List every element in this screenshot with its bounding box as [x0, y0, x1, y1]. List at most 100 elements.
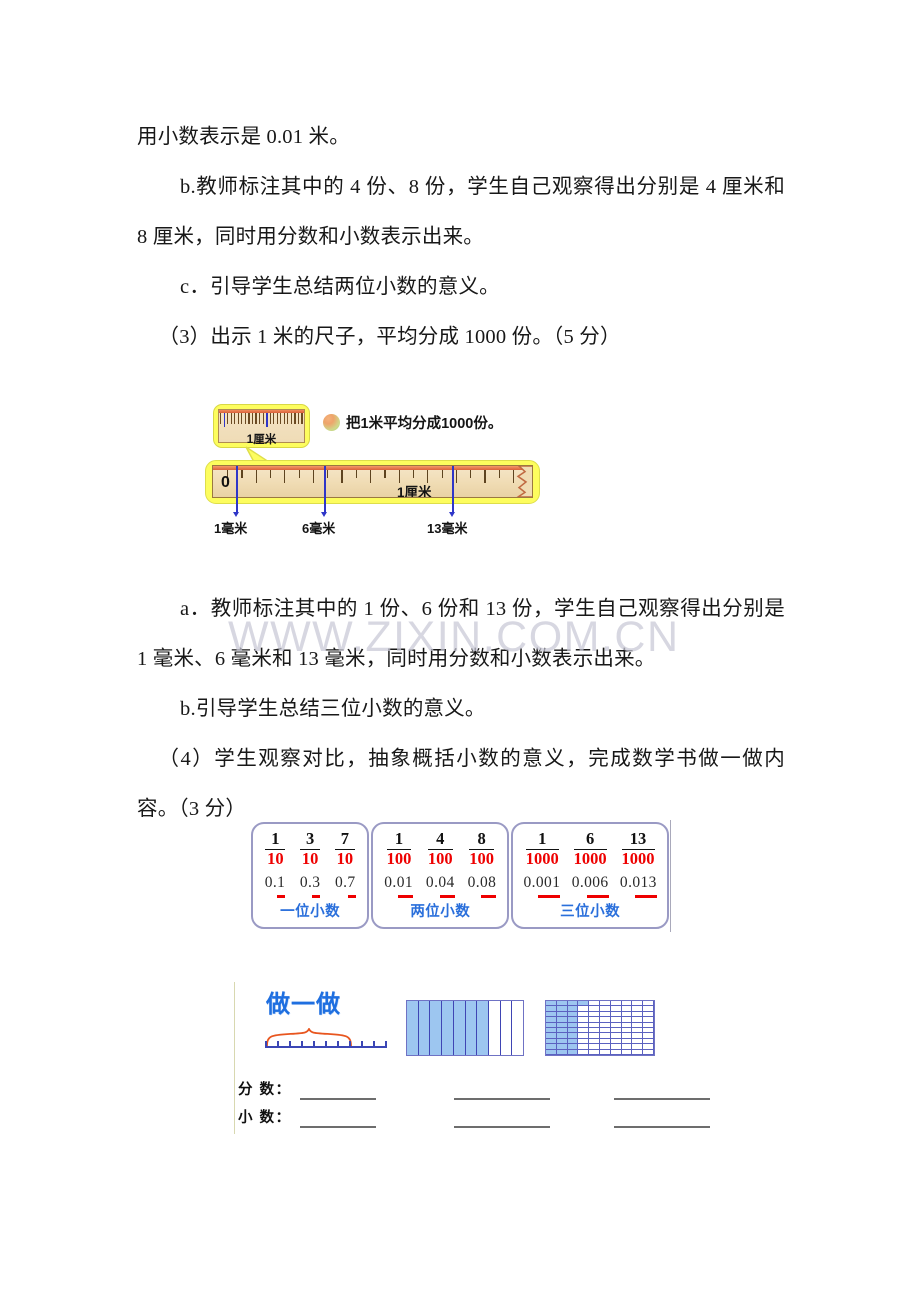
decimal-place-caption: 一位小数 — [280, 903, 341, 920]
main-ruler-torn-edge — [516, 466, 532, 497]
decimal-underline — [312, 895, 321, 898]
pointer-label-3: 13毫米 — [427, 521, 468, 536]
decimal-row: 0.001 0.006 0.013 — [518, 874, 662, 898]
tenths-grid-column — [512, 1001, 523, 1055]
answer-blank-fraction-3[interactable] — [614, 1098, 710, 1100]
ruler-callout: 把1米平均分成1000份。 — [323, 412, 502, 433]
fraction-denominator: 1000 — [573, 849, 607, 869]
fraction: 1 100 — [386, 829, 412, 868]
fraction: 1 10 — [265, 829, 286, 869]
ruler-inset-tick — [223, 413, 226, 428]
decimal-place-box: 1 100 4 100 8 100 0.01 0.04 0.08 两位小数 — [371, 822, 510, 929]
tenths-grid-column — [465, 1001, 478, 1055]
answer-blank-fraction-2[interactable] — [454, 1098, 550, 1100]
decimal-place-box: 1 1000 6 1000 13 1000 0.001 0.006 0.013 三位小数 — [511, 822, 669, 929]
main-ruler-tick — [370, 470, 372, 483]
main-ruler-tick — [327, 470, 329, 478]
number-line-tick — [337, 1041, 339, 1048]
hundredths-grid — [545, 1000, 655, 1056]
main-ruler-tick — [441, 470, 443, 478]
main-ruler-tick — [312, 470, 315, 483]
ruler-inset-tick — [230, 413, 232, 425]
ruler-inset-tick — [248, 413, 250, 425]
ruler-inset-label: 1厘米 — [246, 434, 277, 446]
number-line-tick — [277, 1041, 279, 1048]
ruler-inset-tick — [297, 413, 300, 425]
paragraph-2: b.教师标注其中的 4 份、8 份，学生自己观察得出分别是 4 厘米和 8 厘米… — [137, 176, 791, 248]
fraction-numerator: 1 — [394, 829, 404, 848]
pointer-arrow-2 — [321, 512, 327, 517]
ruler-inset-tick — [283, 413, 285, 425]
ruler-inset-tick — [241, 413, 243, 425]
pointer-line-1 — [236, 466, 238, 514]
decimal-underline — [277, 895, 286, 898]
main-ruler: 0 1厘米 — [205, 460, 540, 504]
fraction-numerator: 1 — [271, 829, 280, 848]
ruler-inset-tick — [251, 413, 254, 425]
ruler-inset-tick — [294, 413, 296, 425]
main-ruler-tick — [298, 470, 300, 478]
ruler-inset-tick — [269, 413, 271, 425]
ruler-inset-tick — [276, 413, 278, 425]
ruler-inset-tick — [262, 413, 264, 425]
tenths-grid-column — [477, 1001, 489, 1055]
answer-blank-decimal-1[interactable] — [300, 1126, 376, 1128]
number-line-tick — [325, 1041, 327, 1048]
fraction-boxes-right-rule — [670, 820, 672, 932]
paragraph-1: 用小数表示是 0.01 米。 — [137, 126, 350, 148]
hundredths-grid-cell — [546, 1049, 557, 1055]
fraction-row: 1 100 4 100 8 100 — [378, 829, 502, 869]
pointer-arrow-1 — [233, 512, 239, 517]
answer-blank-fraction-1[interactable] — [300, 1098, 376, 1100]
answer-row-decimal: 小 数： — [238, 1106, 710, 1130]
main-ruler-tick — [513, 470, 515, 483]
hundredths-grid-cell — [610, 1049, 622, 1055]
pointer-label-2: 6毫米 — [302, 521, 336, 536]
decimal-value: 0.013 — [620, 874, 657, 898]
ruler-inset-tick — [255, 413, 257, 425]
pointer-arrow-3 — [449, 512, 455, 517]
main-ruler-tick — [255, 470, 257, 483]
decimal-value: 0.7 — [335, 874, 356, 898]
decimal-underline — [586, 895, 609, 898]
decimal-place-caption: 三位小数 — [560, 903, 621, 920]
main-ruler-ticks — [213, 470, 532, 497]
document-body: 用小数表示是 0.01 米。 b.教师标注其中的 4 份、8 份，学生自己观察得… — [137, 112, 785, 362]
main-ruler-tick — [241, 470, 243, 478]
paragraph-4: （3）出示 1 米的尺子，平均分成 1000 份。（5 分） — [158, 326, 621, 348]
fraction-numerator: 8 — [477, 829, 486, 848]
ruler-inset: 1厘米 — [213, 404, 310, 448]
fraction: 13 1000 — [621, 829, 655, 868]
decimal-value: 0.3 — [300, 874, 321, 898]
fraction-numerator: 13 — [629, 829, 647, 848]
document-body-2: a．教师标注其中的 1 份、6 份和 13 份，学生自己观察得出分别是 1 毫米… — [137, 584, 785, 834]
fraction-denominator: 100 — [427, 849, 453, 869]
fraction-numerator: 1 — [538, 829, 547, 848]
paragraph-7: （4）学生观察对比，抽象概括小数的意义，完成数学书做一做内容。（3 分） — [137, 748, 785, 820]
fraction-row: 1 1000 6 1000 13 1000 — [518, 829, 662, 869]
tenths-grid — [406, 1000, 524, 1056]
fraction: 4 100 — [427, 829, 453, 869]
main-ruler-tick — [412, 470, 415, 478]
fraction: 6 1000 — [573, 830, 607, 869]
number-line-diagram — [265, 1028, 387, 1054]
answer-blank-decimal-2[interactable] — [454, 1126, 550, 1128]
answer-blank-decimal-3[interactable] — [614, 1126, 710, 1128]
number-line-tick — [289, 1041, 291, 1048]
hundredths-grid-cell — [600, 1049, 611, 1055]
decimal-underline — [481, 895, 497, 898]
tenths-grid-column — [407, 1001, 419, 1055]
fraction-denominator: 1000 — [525, 849, 559, 869]
fraction-denominator: 10 — [301, 849, 319, 869]
fraction-numerator: 4 — [436, 829, 445, 848]
ruler-inset-tick — [266, 413, 268, 428]
ruler-figure: 1厘米 把1米平均分成1000份。 0 1厘米 1毫米 6毫米 13毫米 — [205, 404, 550, 549]
number-line-tick — [373, 1041, 375, 1048]
fraction-denominator: 10 — [267, 849, 284, 869]
hundredths-grid-cell — [643, 1049, 654, 1055]
hundredths-grid-cell — [556, 1049, 568, 1055]
decimal-place-boxes: 1 10 3 10 7 10 0.1 0.3 0.7 一位小数 1 100 4 100 8 100 0.01 0.… — [251, 822, 669, 929]
ruler-inset-tick — [280, 413, 282, 425]
hundredths-grid-cell — [632, 1049, 644, 1055]
main-ruler-tick — [498, 470, 500, 478]
